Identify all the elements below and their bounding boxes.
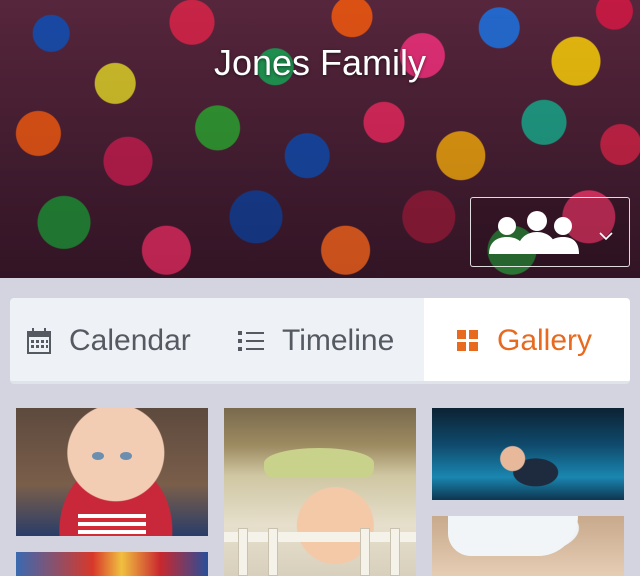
- grid-icon: [457, 330, 479, 352]
- photo-detail: [238, 528, 248, 576]
- members-dropdown-button[interactable]: [470, 197, 630, 267]
- gallery-photo[interactable]: [16, 408, 208, 536]
- tab-calendar[interactable]: Calendar: [27, 298, 227, 381]
- tab-timeline-label: Timeline: [282, 324, 395, 357]
- photo-detail: [360, 528, 370, 576]
- photo-detail: [92, 452, 104, 460]
- photo-detail: [390, 528, 400, 576]
- photo-detail: [224, 532, 416, 542]
- gallery-photo[interactable]: [432, 516, 624, 576]
- list-icon: [238, 330, 264, 352]
- photo-detail: [120, 452, 132, 460]
- photo-detail: [448, 516, 578, 556]
- calendar-icon: [27, 328, 51, 354]
- tab-gallery-label: Gallery: [497, 324, 593, 357]
- photo-detail: [268, 528, 278, 576]
- photo-detail: [264, 448, 374, 478]
- family-title: Jones Family: [213, 42, 427, 83]
- view-tabs: Calendar Timeline Gallery: [10, 298, 630, 384]
- tab-gallery[interactable]: Gallery: [424, 298, 630, 381]
- chevron-down-icon: [599, 228, 613, 246]
- tab-timeline[interactable]: Timeline: [238, 298, 428, 381]
- group-icon: [487, 210, 581, 261]
- tab-calendar-label: Calendar: [69, 324, 191, 357]
- gallery-photo[interactable]: [432, 408, 624, 500]
- photo-detail: [78, 514, 146, 536]
- gallery-photo[interactable]: [16, 552, 208, 576]
- header-banner: Jones Family: [0, 0, 640, 278]
- gallery-photo[interactable]: [224, 408, 416, 576]
